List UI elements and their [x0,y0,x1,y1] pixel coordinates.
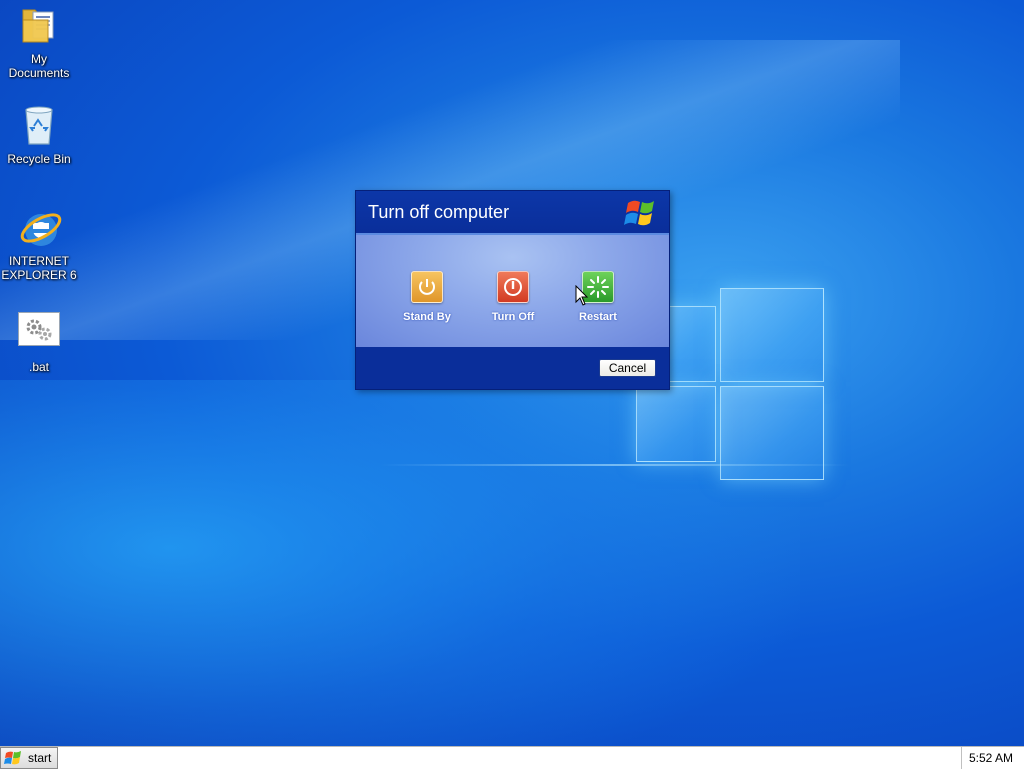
folder-documents-icon [19,4,59,48]
turn-off-computer-dialog: Turn off computer Stand By Turn Off Rest… [355,190,670,390]
wallpaper-floor-line [380,464,850,466]
stand-by-label: Stand By [403,311,451,323]
desktop-icon-recycle-bin[interactable]: Recycle Bin [1,104,77,166]
dialog-header: Turn off computer [356,191,669,233]
windows-xp-flag-icon [624,195,660,229]
system-tray-clock[interactable]: 5:52 AM [961,747,1020,769]
desktop-icon-label: INTERNET EXPLORER 6 [1,254,77,282]
windows-start-flag-icon [4,750,24,767]
cancel-button[interactable]: Cancel [599,359,656,377]
start-label: start [28,751,52,765]
desktop-icon-internet-explorer[interactable]: INTERNET EXPLORER 6 [1,206,77,282]
recycle-bin-icon [19,104,59,148]
desktop-icon-my-documents[interactable]: My Documents [1,4,77,80]
restart-option[interactable]: Restart [558,271,638,323]
standby-power-icon[interactable] [411,271,443,303]
dialog-body: Stand By Turn Off Restart [356,233,669,347]
mouse-cursor-icon [575,284,589,307]
desktop-icon-bat-file[interactable]: .bat [1,312,77,374]
turn-off-label: Turn Off [491,311,535,323]
turn-off-option[interactable]: Turn Off [473,271,553,323]
desktop-icon-label: My Documents [8,52,70,80]
internet-explorer-icon [19,206,62,250]
turn-off-power-icon[interactable] [497,271,529,303]
restart-label: Restart [579,311,617,323]
start-button[interactable]: start [0,747,58,769]
dialog-footer: Cancel [356,347,669,389]
stand-by-option[interactable]: Stand By [387,271,467,323]
desktop-icon-label: .bat [28,360,49,374]
dialog-title: Turn off computer [368,202,510,222]
desktop[interactable]: My Documents Recycle Bin INTERNET EXPLOR… [0,0,1024,746]
taskbar: start 5:52 AM [0,746,1024,769]
batch-file-icon [18,312,60,346]
desktop-icon-label: Recycle Bin [7,152,71,166]
